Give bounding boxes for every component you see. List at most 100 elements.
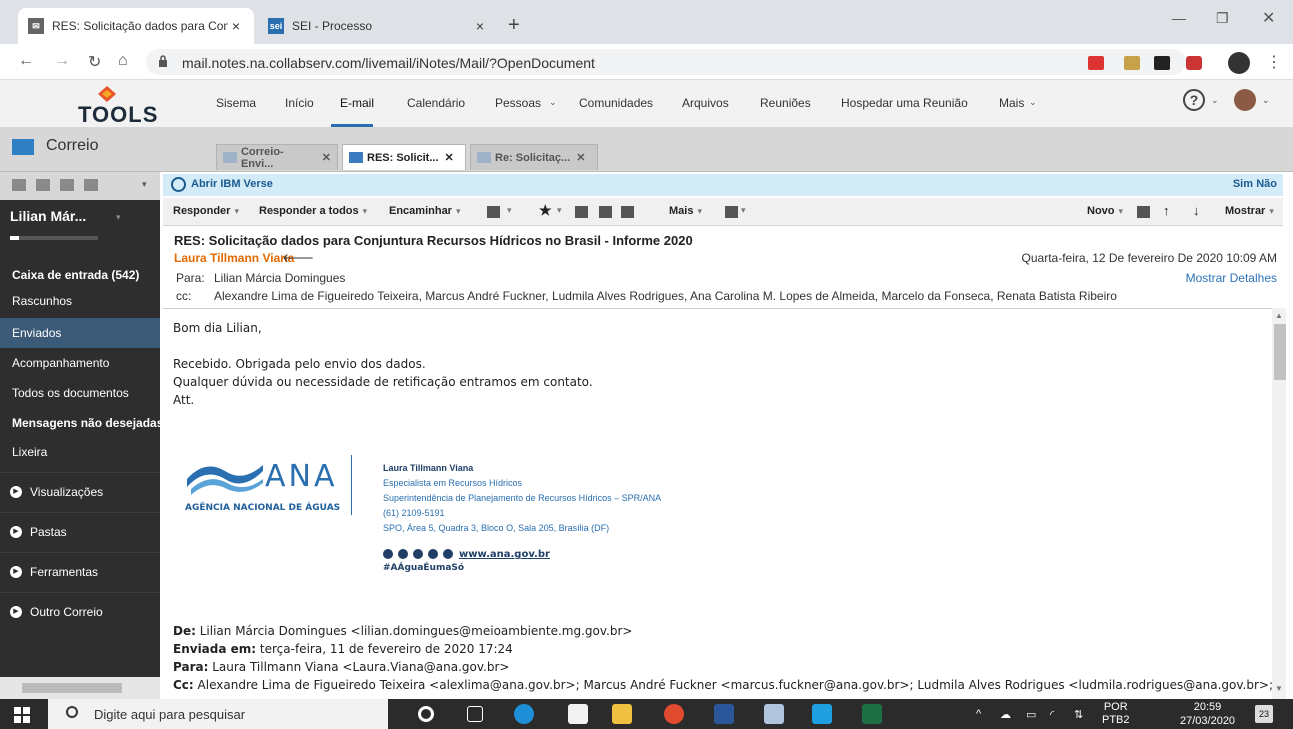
chevron-down-icon[interactable]: ▾ bbox=[116, 212, 121, 223]
clock[interactable]: 20:59 27/03/2020 bbox=[1180, 700, 1235, 728]
excel-icon[interactable] bbox=[862, 704, 882, 724]
url-field[interactable]: mail.notes.na.collabserv.com/livemail/iN… bbox=[146, 49, 1186, 75]
windows-start-icon[interactable] bbox=[14, 707, 30, 723]
chevron-up-icon[interactable]: ^ bbox=[976, 708, 981, 720]
sidebar-section-folders[interactable]: ▶ Pastas bbox=[0, 512, 160, 550]
sidebar-section-tools[interactable]: ▶ Ferramentas bbox=[0, 552, 160, 590]
edge-icon[interactable] bbox=[514, 704, 534, 724]
reply-button[interactable]: Responder ▾ bbox=[173, 205, 239, 217]
taskbar-search-box[interactable]: Digite aqui para pesquisar bbox=[48, 699, 388, 729]
extension-icon[interactable] bbox=[1154, 56, 1170, 70]
scroll-down-icon[interactable]: ▼ bbox=[1275, 684, 1283, 693]
forward-icon[interactable]: → bbox=[54, 52, 70, 70]
to-value[interactable]: Lilian Márcia Domingues bbox=[214, 271, 345, 285]
message-sender[interactable]: Laura Tillmann Viana bbox=[174, 251, 294, 265]
close-icon[interactable]: ✕ bbox=[445, 151, 454, 164]
copy-to-icon[interactable] bbox=[575, 206, 588, 218]
new-tab-button[interactable]: + bbox=[508, 14, 520, 37]
notifications-badge[interactable]: 23 bbox=[1255, 705, 1273, 723]
network-icon[interactable]: ⇅ bbox=[1074, 708, 1083, 721]
calendar-view-icon[interactable] bbox=[36, 179, 50, 191]
doc-tab-sent[interactable]: Correio-Envi... ✕ bbox=[216, 144, 338, 170]
nav-email[interactable]: E-mail bbox=[340, 96, 374, 110]
nav-reunioes[interactable]: Reuniões bbox=[760, 96, 811, 110]
trash-icon[interactable] bbox=[621, 206, 634, 218]
sidebar-item-followup[interactable]: Acompanhamento bbox=[0, 348, 160, 378]
nav-mais[interactable]: Mais bbox=[999, 96, 1024, 110]
snipping-tool-icon[interactable] bbox=[764, 704, 784, 724]
help-icon[interactable]: ? bbox=[1183, 89, 1205, 111]
close-tab-icon[interactable]: × bbox=[472, 18, 488, 34]
mail-view-icon[interactable] bbox=[12, 179, 26, 191]
task-view-icon[interactable] bbox=[467, 706, 483, 722]
word-icon[interactable] bbox=[714, 704, 734, 724]
sidebar-item-drafts[interactable]: Rascunhos bbox=[0, 286, 160, 316]
minimize-icon[interactable]: — bbox=[1172, 10, 1186, 26]
nav-hospedar[interactable]: Hospedar uma Reunião bbox=[841, 96, 968, 110]
wifi-icon[interactable]: ◜ bbox=[1050, 708, 1054, 721]
next-arrow-icon[interactable]: ↓ bbox=[1193, 203, 1200, 218]
contacts-view-icon[interactable] bbox=[60, 179, 74, 191]
browser-tab-sei[interactable]: sei SEI - Processo × bbox=[258, 8, 498, 44]
nav-arquivos[interactable]: Arquivos bbox=[682, 96, 729, 110]
user-name[interactable]: Lilian Már... bbox=[10, 208, 86, 224]
reply-all-button[interactable]: Responder a todos ▾ bbox=[259, 205, 367, 217]
star-icon[interactable]: ★ bbox=[539, 202, 552, 219]
instagram-icon[interactable] bbox=[383, 549, 393, 559]
nav-comunidades[interactable]: Comunidades bbox=[579, 96, 653, 110]
reload-icon[interactable]: ↻ bbox=[88, 52, 101, 72]
nav-sisema[interactable]: Sisema bbox=[216, 96, 256, 110]
extension-icon[interactable] bbox=[1088, 56, 1104, 70]
folder-icon[interactable] bbox=[487, 206, 500, 218]
language-indicator[interactable]: POR PTB2 bbox=[1102, 701, 1130, 727]
show-details-link[interactable]: Mostrar Detalhes bbox=[1186, 271, 1277, 285]
file-explorer-icon[interactable] bbox=[612, 704, 632, 724]
chrome-icon[interactable] bbox=[664, 704, 684, 724]
sidebar-hscroll-thumb[interactable] bbox=[22, 683, 122, 693]
chevron-down-icon[interactable]: ▾ bbox=[741, 205, 746, 216]
facebook-icon[interactable] bbox=[398, 549, 408, 559]
sidebar-item-trash[interactable]: Lixeira bbox=[0, 437, 160, 467]
chevron-down-icon[interactable]: ▾ bbox=[142, 179, 147, 190]
profile-avatar[interactable] bbox=[1228, 52, 1250, 74]
edit-icon[interactable] bbox=[599, 206, 612, 218]
sidebar-item-all-documents[interactable]: Todos os documentos bbox=[0, 378, 160, 408]
nav-inicio[interactable]: Início bbox=[285, 96, 314, 110]
more-button[interactable]: Mais ▾ bbox=[669, 205, 702, 217]
sidebar-section-other-mail[interactable]: ▶ Outro Correio bbox=[0, 592, 160, 630]
nav-pessoas[interactable]: Pessoas bbox=[495, 96, 541, 110]
chevron-down-icon[interactable]: ⌄ bbox=[1211, 95, 1219, 106]
media-player-icon[interactable] bbox=[812, 704, 832, 724]
sidebar-item-sent[interactable]: Enviados bbox=[0, 318, 160, 348]
store-icon[interactable] bbox=[568, 704, 588, 724]
open-verse-link[interactable]: Abrir IBM Verse bbox=[191, 178, 273, 190]
tools-logo[interactable]: TOOLS bbox=[74, 86, 157, 127]
show-button[interactable]: Mostrar ▾ bbox=[1225, 205, 1274, 217]
sidebar-item-junk[interactable]: Mensagens não desejadas bbox=[0, 408, 160, 438]
extension-icon[interactable] bbox=[1124, 56, 1140, 70]
verse-yes-button[interactable]: Sim bbox=[1233, 178, 1253, 190]
chevron-down-icon[interactable]: ▾ bbox=[557, 205, 562, 216]
cortana-icon[interactable] bbox=[418, 706, 434, 722]
maximize-icon[interactable]: ❐ bbox=[1216, 10, 1229, 27]
todo-view-icon[interactable] bbox=[84, 179, 98, 191]
cloud-icon[interactable]: ☁ bbox=[1000, 708, 1011, 721]
scroll-up-icon[interactable]: ▲ bbox=[1275, 311, 1283, 320]
twitter-icon[interactable] bbox=[413, 549, 423, 559]
browser-tab-mail[interactable]: ✉ RES: Solicitação dados para Conj × bbox=[18, 8, 254, 44]
message-vscroll-thumb[interactable] bbox=[1274, 324, 1286, 380]
youtube-icon[interactable] bbox=[428, 549, 438, 559]
print-icon[interactable] bbox=[725, 206, 738, 218]
nav-calendario[interactable]: Calendário bbox=[407, 96, 465, 110]
cc-value[interactable]: Alexandre Lima de Figueiredo Teixeira, M… bbox=[214, 289, 1117, 303]
sidebar-section-views[interactable]: ▶ Visualizações bbox=[0, 472, 160, 510]
home-icon[interactable]: ⌂ bbox=[118, 52, 128, 70]
browser-menu-icon[interactable]: ⋮ bbox=[1266, 52, 1282, 72]
verse-no-button[interactable]: Não bbox=[1256, 178, 1277, 190]
close-window-icon[interactable]: ✕ bbox=[1262, 8, 1275, 28]
copy-icon[interactable] bbox=[1137, 206, 1150, 218]
close-icon[interactable]: ✕ bbox=[322, 151, 331, 164]
doc-tab-current[interactable]: RES: Solicit... ✕ bbox=[342, 144, 466, 170]
avatar[interactable] bbox=[1234, 89, 1256, 111]
chevron-down-icon[interactable]: ▾ bbox=[507, 205, 512, 216]
